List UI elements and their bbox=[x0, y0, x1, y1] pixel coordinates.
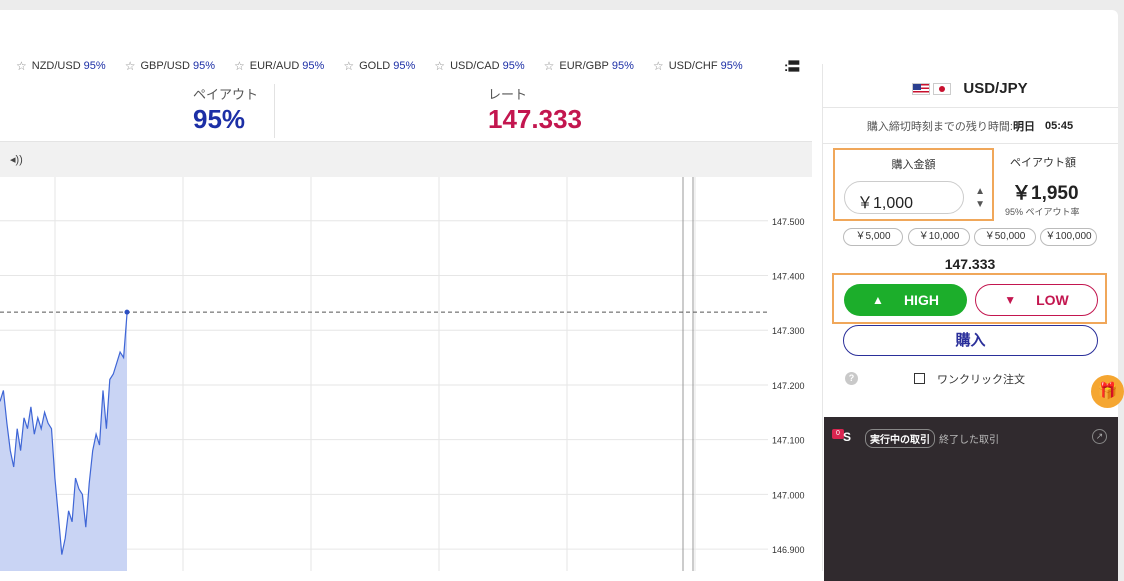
payout-value: 95% bbox=[193, 104, 246, 134]
tab-closed-trades[interactable]: 終了した取引 bbox=[939, 431, 999, 446]
favorite-pair: GBP/USD bbox=[140, 60, 190, 72]
favorite-pair: GOLD bbox=[359, 60, 391, 72]
y-tick-label: 147.100 bbox=[772, 436, 805, 446]
y-tick-label: 147.300 bbox=[772, 326, 805, 336]
trades-icon: 0 S bbox=[832, 429, 858, 447]
favorite-payout: 95% bbox=[302, 60, 325, 72]
deadline-time: 05:45 bbox=[1044, 119, 1074, 132]
jp-flag-icon bbox=[933, 82, 952, 95]
star-icon[interactable]: ☆ bbox=[16, 59, 27, 73]
amount-stepper[interactable]: ▲ ▼ bbox=[975, 185, 985, 211]
payout-amount-value: ￥1,950 bbox=[1012, 183, 1079, 204]
amount-value: ￥1,000 bbox=[857, 195, 914, 212]
favorite-item[interactable]: ☆ EUR/GBP 95% bbox=[544, 59, 634, 73]
star-icon[interactable]: ☆ bbox=[434, 59, 445, 73]
current-point bbox=[124, 309, 130, 315]
direction-section: ▲ HIGH ▼ LOW bbox=[832, 273, 1107, 324]
oneclick-checkbox[interactable] bbox=[914, 373, 925, 384]
favorite-item[interactable]: ☆ GOLD 95% bbox=[343, 59, 415, 73]
favorites-bar: ☆ NZD/USD 95% ☆ GBP/USD 95% ☆ EUR/AUD 95% ☆ GOL… bbox=[0, 47, 812, 85]
deadline-row: 購入締切時刻までの残り時間: 明日 05:45 bbox=[822, 108, 1118, 144]
current-rate: 147.333 bbox=[944, 256, 996, 272]
rate-value: 147.333 bbox=[488, 104, 582, 134]
favorite-payout: 95% bbox=[611, 60, 634, 72]
price-chart[interactable]: 147.500 147.400 147.300 147.200 147.100 147.0… bbox=[0, 177, 812, 571]
star-icon[interactable]: ☆ bbox=[653, 59, 664, 73]
favorite-pair: USD/CAD bbox=[450, 60, 500, 72]
favorite-item[interactable]: ☆ EUR/AUD 95% bbox=[234, 59, 324, 73]
up-triangle-icon: ▲ bbox=[872, 293, 884, 307]
preset-100000-button[interactable]: ￥100,000 bbox=[1040, 228, 1097, 246]
payout-amount-title: ペイアウト額 bbox=[1010, 157, 1076, 169]
amount-title: 購入金額 bbox=[891, 159, 936, 171]
down-triangle-icon: ▼ bbox=[1004, 293, 1017, 307]
favorite-pair: EUR/GBP bbox=[559, 60, 609, 72]
external-link-icon[interactable]: ↗ bbox=[1092, 429, 1107, 444]
stepper-down-icon[interactable]: ▼ bbox=[975, 198, 985, 211]
favorite-pair: EUR/AUD bbox=[249, 60, 300, 72]
deadline-day: 明日 bbox=[1012, 120, 1035, 133]
favorite-item[interactable]: ☆ GBP/USD 95% bbox=[125, 59, 215, 73]
y-tick-label: 146.900 bbox=[772, 545, 805, 555]
stats-divider bbox=[274, 84, 275, 138]
gift-icon[interactable]: 🎁 bbox=[1091, 375, 1124, 408]
menu-icon[interactable]: :〓 bbox=[784, 56, 800, 75]
high-button[interactable]: ▲ HIGH bbox=[844, 284, 967, 316]
trades-panel: 0 S 実行中の取引 終了した取引 ↗ bbox=[824, 417, 1118, 581]
preset-50000-button[interactable]: ￥50,000 bbox=[974, 228, 1036, 246]
star-icon[interactable]: ☆ bbox=[544, 59, 555, 73]
favorite-pair: NZD/USD bbox=[31, 60, 81, 72]
preset-5000-button[interactable]: ￥5,000 bbox=[843, 228, 903, 246]
tab-active-trades[interactable]: 実行中の取引 bbox=[865, 429, 935, 448]
low-button[interactable]: ▼ LOW bbox=[975, 284, 1098, 316]
payout-label: ペイアウト bbox=[193, 87, 259, 102]
y-tick-label: 147.500 bbox=[772, 217, 805, 227]
buy-button[interactable]: 購入 bbox=[843, 325, 1098, 356]
chart-toolbar: ◂)) bbox=[0, 141, 812, 177]
favorite-payout: 95% bbox=[192, 60, 215, 72]
high-label: HIGH bbox=[903, 292, 939, 308]
pair-name: USD/JPY bbox=[963, 80, 1028, 97]
favorite-payout: 95% bbox=[393, 60, 416, 72]
rate-label: レート bbox=[488, 87, 528, 102]
y-tick-label: 147.000 bbox=[772, 490, 805, 500]
payout-rate: 95% ペイアウト率 bbox=[1005, 207, 1080, 217]
favorite-payout: 95% bbox=[83, 60, 106, 72]
deadline-label: 購入締切時刻までの残り時間: bbox=[866, 120, 1013, 133]
preset-10000-button[interactable]: ￥10,000 bbox=[908, 228, 970, 246]
trades-letter: S bbox=[843, 430, 852, 444]
y-tick-label: 147.200 bbox=[772, 381, 805, 391]
amount-section: 購入金額 ￥1,000 ▲ ▼ bbox=[833, 148, 994, 221]
y-tick-label: 147.400 bbox=[772, 272, 805, 282]
favorite-payout: 95% bbox=[720, 60, 743, 72]
amount-input[interactable]: ￥1,000 ▲ ▼ bbox=[844, 181, 985, 214]
favorite-item[interactable]: ☆ USD/CHF 95% bbox=[653, 59, 743, 73]
us-flag-icon bbox=[912, 82, 931, 95]
favorite-item[interactable]: ☆ USD/CAD 95% bbox=[434, 59, 524, 73]
favorite-item[interactable]: ☆ NZD/USD 95% bbox=[16, 59, 106, 73]
sound-icon[interactable]: ◂)) bbox=[10, 153, 23, 166]
star-icon[interactable]: ☆ bbox=[125, 59, 136, 73]
star-icon[interactable]: ☆ bbox=[343, 59, 354, 73]
star-icon[interactable]: ☆ bbox=[234, 59, 245, 73]
low-label: LOW bbox=[1036, 292, 1069, 308]
help-icon[interactable]: ? bbox=[845, 372, 858, 385]
oneclick-label: ワンクリック注文 bbox=[937, 374, 1025, 386]
favorite-pair: USD/CHF bbox=[668, 60, 718, 72]
stepper-up-icon[interactable]: ▲ bbox=[975, 185, 985, 198]
pair-header: USD/JPY bbox=[822, 70, 1118, 108]
favorite-payout: 95% bbox=[502, 60, 525, 72]
